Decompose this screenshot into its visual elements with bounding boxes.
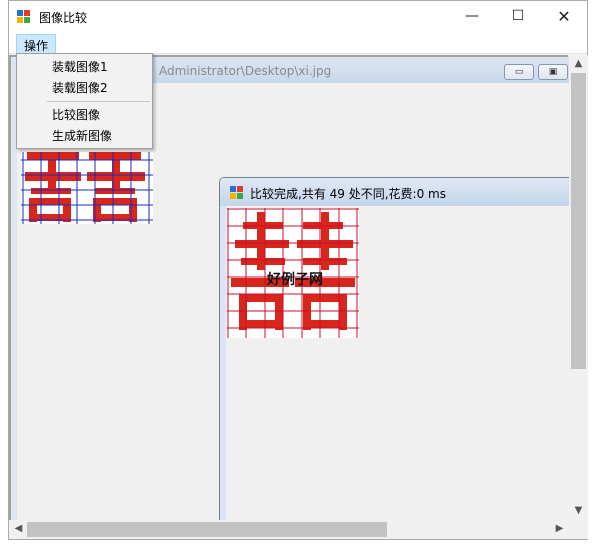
close-button[interactable]: ✕ <box>541 1 587 32</box>
operation-dropdown-menu: 装载图像1 装载图像2 比较图像 生成新图像 <box>16 53 153 149</box>
scroll-right-arrow-icon[interactable]: ▶ <box>550 520 569 538</box>
scroll-down-arrow-icon[interactable]: ▼ <box>569 502 588 520</box>
watermark-text: 好例子网 <box>267 272 323 288</box>
child-window-result: 比较完成,共有 49 处不同,花费:0 ms 好例子网 <box>219 177 579 528</box>
horizontal-scroll-thumb[interactable] <box>27 522 387 537</box>
child2-title-bar: 比较完成,共有 49 处不同,花费:0 ms <box>220 178 578 206</box>
minimize-button[interactable]: — <box>449 1 495 32</box>
image1-canvas <box>21 152 153 224</box>
vertical-scroll-thumb[interactable] <box>571 73 586 369</box>
menu-item-load-image2[interactable]: 装载图像2 <box>19 78 150 99</box>
compare-result-title: 比较完成,共有 49 处不同,花费:0 ms <box>250 187 446 201</box>
menu-operation[interactable]: 操作 <box>16 34 57 54</box>
app-icon <box>17 10 30 23</box>
scroll-left-arrow-icon[interactable]: ◀ <box>9 520 28 538</box>
menu-item-generate-new-image[interactable]: 生成新图像 <box>19 126 150 147</box>
result-image: 好例子网 <box>227 208 359 338</box>
main-window: 图像比较 — ☐ ✕ 操作 Administrator\Desktop\xi.j… <box>8 0 588 540</box>
scroll-up-arrow-icon[interactable]: ▲ <box>569 55 588 73</box>
child-window-icon <box>230 186 243 199</box>
child2-left-frame <box>220 206 226 528</box>
menu-item-load-image1[interactable]: 装载图像1 <box>19 57 150 78</box>
title-bar: 图像比较 — ☐ ✕ <box>9 1 587 32</box>
child1-minimize-button[interactable]: ▭ <box>504 64 534 80</box>
menu-item-compare-images[interactable]: 比较图像 <box>19 105 150 126</box>
maximize-button[interactable]: ☐ <box>495 1 541 32</box>
menu-separator <box>47 101 150 102</box>
vertical-scrollbar[interactable]: ▲ ▼ <box>569 55 588 520</box>
scrollbar-corner <box>569 520 588 539</box>
horizontal-scrollbar[interactable]: ◀ ▶ <box>9 520 569 539</box>
menu-bar: 操作 <box>9 32 587 54</box>
child1-restore-button[interactable]: ▣ <box>538 64 568 80</box>
child1-title: Administrator\Desktop\xi.jpg <box>159 64 332 78</box>
window-title: 图像比较 <box>39 11 88 25</box>
